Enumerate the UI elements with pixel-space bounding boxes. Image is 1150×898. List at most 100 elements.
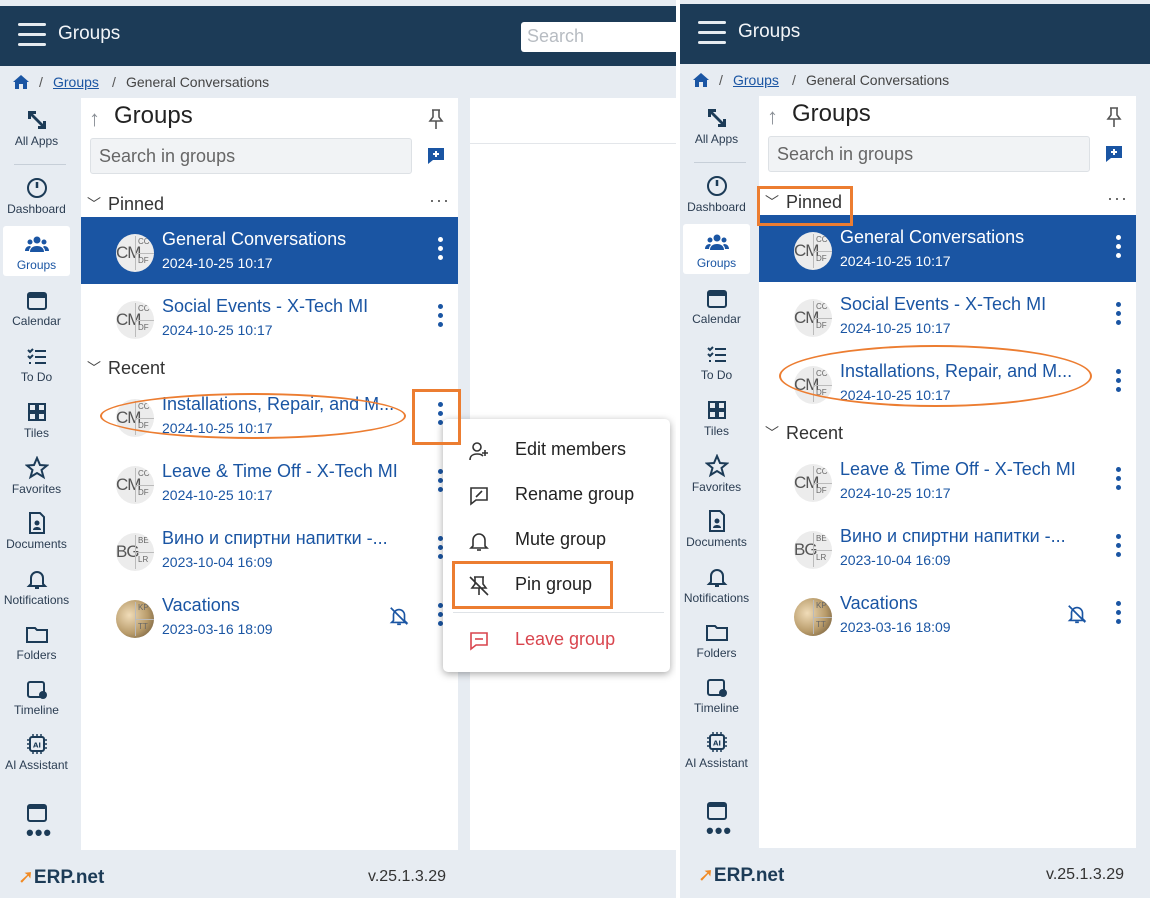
top-app-bar: Groups Search xyxy=(0,6,676,66)
more-vertical-icon[interactable] xyxy=(1112,534,1124,562)
rail-item-all-apps[interactable]: All Apps xyxy=(683,106,750,156)
rail-item-dashboard[interactable]: Dashboard xyxy=(683,174,750,220)
group-date: 2023-03-16 18:09 xyxy=(840,619,951,635)
rail-item-ai-assistant[interactable]: AI AI Assistant xyxy=(683,730,750,788)
svg-text:AI: AI xyxy=(712,740,720,748)
menu-item-leave-group[interactable]: Leave group xyxy=(443,620,670,660)
rail-label: Notifications xyxy=(3,593,70,607)
section-label: Pinned xyxy=(108,194,165,214)
rail-item-documents[interactable]: Documents xyxy=(683,509,750,553)
app-title: Groups xyxy=(58,23,121,44)
menu-icon[interactable] xyxy=(698,21,726,45)
menu-item-edit-members[interactable]: Edit members xyxy=(443,430,670,470)
expand-icon xyxy=(707,109,726,127)
pin-icon[interactable] xyxy=(1106,106,1122,128)
rail-item-folders[interactable]: Folders xyxy=(3,622,70,666)
group-row[interactable]: BG BE LR Вино и спиртни напитки -... 2023-… xyxy=(81,516,458,583)
groups-search-input[interactable]: Search in groups xyxy=(90,138,412,174)
rail-label: Documents xyxy=(686,535,747,549)
breadcrumb-groups-link[interactable]: Groups xyxy=(53,74,99,90)
more-vertical-icon[interactable] xyxy=(1112,235,1124,263)
group-title: Vacations xyxy=(162,595,240,615)
timeline-icon xyxy=(26,681,47,699)
group-row[interactable]: CM CC DF Leave & Time Off - X-Tech MI 2024… xyxy=(81,449,458,516)
group-row[interactable]: CM CC DF Leave & Time Off - X-Tech MI 2024… xyxy=(759,447,1136,514)
group-date: 2024-10-25 10:17 xyxy=(840,253,951,269)
group-row[interactable]: BG BE LR Вино и спиртни напитки -... 2023-… xyxy=(759,514,1136,581)
recent-section-header[interactable]: ﹀ Recent xyxy=(765,421,1130,449)
rail-item-timeline[interactable]: Timeline xyxy=(683,675,750,719)
rail-item-groups[interactable]: Groups xyxy=(3,226,70,276)
up-arrow-icon[interactable]: ↑ xyxy=(89,106,100,132)
more-vertical-icon[interactable] xyxy=(1112,369,1124,397)
group-row[interactable]: KP TT Vacations 2023-03-16 18:09 xyxy=(759,581,1136,648)
more-vertical-icon[interactable] xyxy=(1112,601,1124,629)
recent-section-header[interactable]: ﹀ Recent xyxy=(87,356,452,384)
rail-item-notifications[interactable]: Notifications xyxy=(3,567,70,611)
section-label: Recent xyxy=(108,358,166,378)
home-icon[interactable] xyxy=(12,74,30,90)
rail-item-documents[interactable]: Documents xyxy=(3,511,70,555)
more-horizontal-icon[interactable]: ··· xyxy=(429,190,450,211)
rail-item-dashboard[interactable]: Dashboard xyxy=(3,176,70,222)
pin-icon[interactable] xyxy=(428,108,444,130)
rail-item-notifications[interactable]: Notifications xyxy=(683,565,750,609)
home-icon[interactable] xyxy=(692,72,710,88)
more-vertical-icon[interactable] xyxy=(1112,467,1124,495)
group-title: Vacations xyxy=(840,593,918,613)
rail-item-ai-assistant[interactable]: AI AI Assistant xyxy=(3,732,70,790)
new-chat-icon[interactable] xyxy=(426,146,446,166)
tiles-icon xyxy=(27,403,46,421)
rail-item-tiles[interactable]: Tiles xyxy=(683,398,750,442)
more-vertical-icon[interactable] xyxy=(434,237,446,265)
rail-item-groups[interactable]: Groups xyxy=(683,224,750,274)
group-date: 2023-10-04 16:09 xyxy=(840,552,951,568)
global-search-input[interactable]: Search xyxy=(521,22,676,52)
rail-more-button[interactable]: ••• xyxy=(26,820,52,846)
breadcrumb-groups-link[interactable]: Groups xyxy=(733,72,779,88)
timeline-icon xyxy=(706,679,727,697)
breadcrumb-current: General Conversations xyxy=(806,72,950,88)
ai-chip-icon: AI xyxy=(26,734,47,754)
group-row[interactable]: KP TT Vacations 2023-03-16 18:09 xyxy=(81,583,458,650)
groups-search-input[interactable]: Search in groups xyxy=(768,136,1090,172)
more-horizontal-icon[interactable]: ··· xyxy=(1107,188,1128,209)
rail-item-favorites[interactable]: Favorites xyxy=(3,456,70,500)
todo-icon xyxy=(706,346,726,362)
svg-text:AI: AI xyxy=(32,742,40,750)
rail-item-timeline[interactable]: Timeline xyxy=(3,677,70,721)
up-arrow-icon[interactable]: ↑ xyxy=(767,104,778,130)
rail-item-calendar[interactable]: Calendar xyxy=(683,286,750,330)
group-row[interactable]: CM CC DF Social Events - X-Tech MI 2024-10… xyxy=(759,282,1136,349)
rail-item-todo[interactable]: To Do xyxy=(3,344,70,388)
rail-label: Documents xyxy=(6,537,67,551)
more-vertical-icon[interactable] xyxy=(434,304,446,332)
menu-item-rename-group[interactable]: Rename group xyxy=(443,475,670,515)
rail-item-folders[interactable]: Folders xyxy=(683,620,750,664)
rail-label: To Do xyxy=(20,370,53,384)
more-vertical-icon[interactable] xyxy=(1112,302,1124,330)
rail-more-button[interactable]: ••• xyxy=(706,818,732,844)
right-screenshot-panel: Groups / Groups / General Conversations … xyxy=(680,0,1150,898)
group-row[interactable]: CM CC DF General Conversations 2024-10-25 … xyxy=(81,217,458,284)
rail-item-tiles[interactable]: Tiles xyxy=(3,400,70,444)
new-chat-icon[interactable] xyxy=(1104,144,1124,164)
version-label: v.25.1.3.29 xyxy=(368,868,446,885)
menu-item-mute-group[interactable]: Mute group xyxy=(443,520,670,560)
menu-icon[interactable] xyxy=(18,23,46,47)
rail-label: AI Assistant xyxy=(685,756,748,770)
top-app-bar: Groups xyxy=(680,4,1150,64)
detail-header xyxy=(470,98,676,144)
rail-item-all-apps[interactable]: All Apps xyxy=(3,108,70,158)
group-row[interactable]: CM CC DF Social Events - X-Tech MI 2024-10… xyxy=(81,284,458,351)
bell-icon xyxy=(26,571,47,589)
rail-label: Timeline xyxy=(694,701,739,715)
rail-item-todo[interactable]: To Do xyxy=(683,342,750,386)
rail-item-calendar[interactable]: Calendar xyxy=(3,288,70,332)
pinned-section-header[interactable]: ﹀ Pinned ··· xyxy=(87,190,452,220)
rename-icon xyxy=(470,487,488,506)
rail-label: AI Assistant xyxy=(5,758,68,772)
highlight-box xyxy=(452,561,613,609)
rail-item-favorites[interactable]: Favorites xyxy=(683,454,750,498)
avatar: CM CC DF xyxy=(794,299,832,337)
